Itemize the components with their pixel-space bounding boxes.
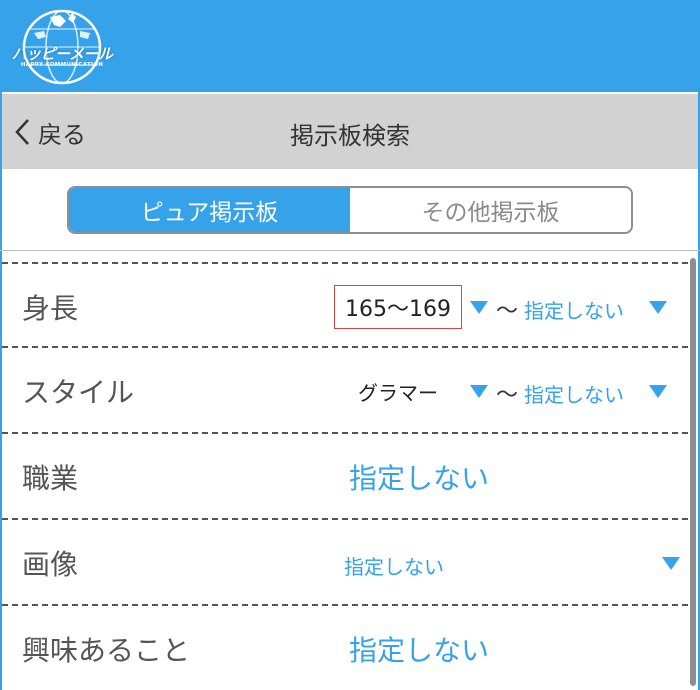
range-separator: 〜 (496, 299, 519, 324)
tab-other-board[interactable]: その他掲示板 (350, 188, 631, 232)
height-to-select[interactable]: 指定しない (524, 295, 624, 324)
image-label: 画像 (22, 548, 79, 581)
dropdown-arrow-icon[interactable] (470, 385, 488, 398)
form-row-height: 身長 165〜169 〜 指定しない (2, 262, 688, 348)
logo-subtext: HAPPY COMMUNICATION (20, 62, 104, 68)
dropdown-arrow-icon[interactable] (649, 301, 667, 314)
height-label: 身長 (22, 292, 79, 325)
tab-pure-board[interactable]: ピュア掲示板 (69, 188, 350, 232)
form-row-occupation: 職業 指定しない (2, 434, 688, 520)
height-from-select[interactable]: 165〜169 (334, 285, 462, 329)
form-row-image: 画像 指定しない (2, 520, 688, 606)
interests-select[interactable]: 指定しない (349, 606, 489, 690)
image-select[interactable]: 指定しない (344, 551, 444, 580)
dropdown-arrow-icon[interactable] (649, 385, 667, 398)
occupation-select[interactable]: 指定しない (349, 434, 489, 520)
logo-text: ハッピーメール (11, 45, 113, 63)
page-title: 掲示板検索 (290, 122, 410, 150)
range-separator: 〜 (496, 383, 519, 408)
nav-bar: 戻る 掲示板検索 (2, 94, 698, 169)
dropdown-arrow-icon[interactable] (470, 301, 488, 314)
interests-label: 興味あること (22, 634, 191, 667)
dropdown-arrow-icon[interactable] (662, 557, 680, 570)
scrollbar[interactable] (690, 258, 696, 686)
occupation-label: 職業 (22, 462, 79, 495)
style-from-select[interactable]: グラマー (334, 369, 462, 413)
form-row-style: スタイル グラマー 〜 指定しない (2, 348, 688, 434)
board-type-tabs: ピュア掲示板 その他掲示板 (67, 186, 633, 234)
list-top-divider (0, 250, 700, 251)
style-to-select[interactable]: 指定しない (524, 379, 624, 408)
form-row-interests: 興味あること 指定しない (2, 606, 688, 690)
style-label: スタイル (22, 376, 135, 409)
happy-mail-logo: ハッピーメール HAPPY COMMUNICATION (10, 7, 114, 87)
app-header: ハッピーメール HAPPY COMMUNICATION (0, 0, 700, 92)
